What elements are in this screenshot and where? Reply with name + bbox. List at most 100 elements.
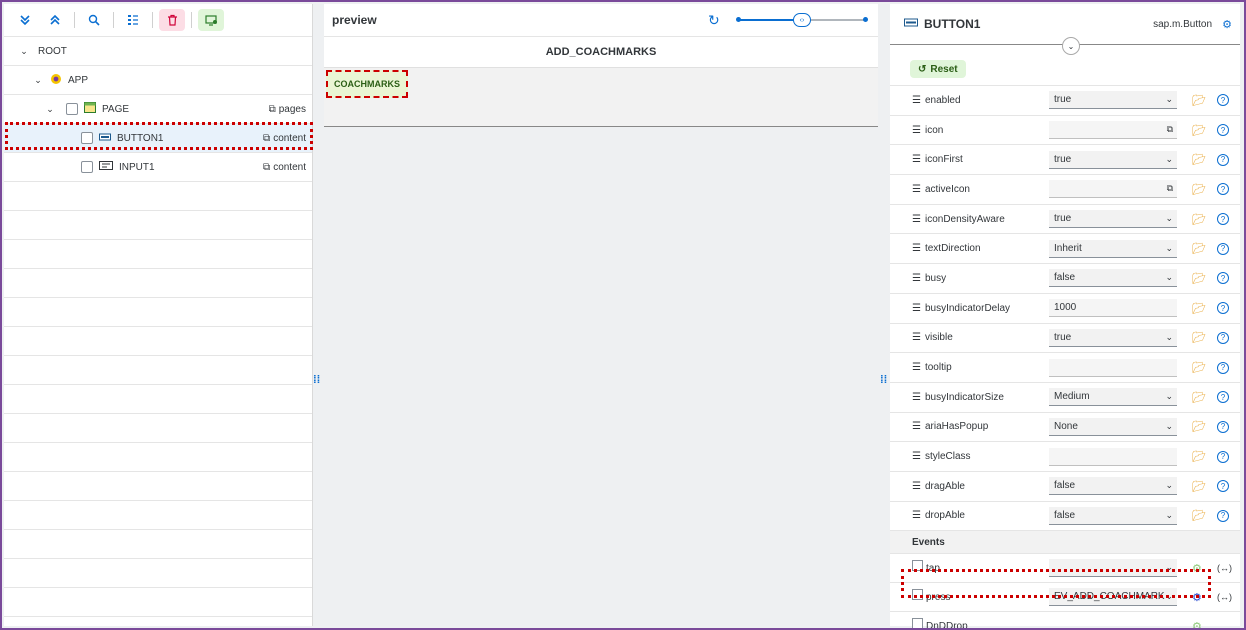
event-name: press [926,592,951,604]
property-select[interactable]: false ⌄ [1049,477,1177,496]
property-input[interactable] [1049,358,1177,377]
help-icon[interactable]: ? [1217,153,1229,166]
chevron-down-icon[interactable]: ⌄ [1165,562,1173,573]
folder-icon[interactable]: 📂︎ [1192,153,1206,166]
chevron-down-icon[interactable]: ⌄ [1165,480,1173,491]
property-input[interactable]: ⧉ [1049,121,1177,140]
help-icon[interactable]: ? [1217,480,1229,493]
collapse-all-icon[interactable] [42,9,68,31]
tree-row-input1[interactable]: INPUT1 ⧉ content [4,153,312,182]
preview-device-icon[interactable] [198,9,224,31]
help-icon[interactable]: ? [1217,213,1229,226]
value-help-icon[interactable]: ⧉ [1167,183,1173,194]
delete-icon[interactable] [159,9,185,31]
gear-icon[interactable]: ⚙ [1222,18,1232,31]
property-input[interactable]: ⧉ [1049,180,1177,199]
event-checkbox[interactable] [912,589,923,601]
list-icon[interactable] [120,9,146,31]
event-handler-select[interactable]: ⌄ [1049,559,1177,578]
tree-checkbox[interactable] [81,132,93,144]
gear-icon[interactable]: ⚙ [1192,620,1202,628]
chevron-down-icon[interactable]: ⌄ [1165,421,1173,432]
property-select[interactable]: true ⌄ [1049,91,1177,110]
chevron-down-icon[interactable]: ⌄ [1165,272,1173,283]
tree-empty-row [4,298,312,327]
folder-icon[interactable]: 📂︎ [1192,242,1206,255]
chevron-down-icon[interactable]: ⌄ [18,45,30,57]
tree-row-app[interactable]: ⌄ APP [4,66,312,95]
gear-icon[interactable]: ⚙ [1192,562,1202,575]
help-icon[interactable]: ? [1217,183,1229,196]
folder-icon[interactable]: 📂︎ [1192,361,1206,374]
folder-icon[interactable]: 📂︎ [1192,272,1206,285]
help-icon[interactable]: ? [1217,94,1229,107]
property-select[interactable]: true ⌄ [1049,210,1177,229]
refresh-icon[interactable]: ↻ [708,12,720,29]
tree-checkbox[interactable] [66,103,78,115]
property-select[interactable]: None ⌄ [1049,417,1177,436]
property-select[interactable]: Medium ⌄ [1049,388,1177,407]
chevron-down-icon[interactable]: ⌄ [1165,154,1173,165]
value-help-icon[interactable]: ⧉ [1167,124,1173,135]
help-icon[interactable]: ? [1217,361,1229,374]
chevron-down-icon[interactable]: ⌄ [1165,94,1173,105]
chevron-down-icon[interactable]: ⌄ [1165,332,1173,343]
property-select[interactable]: true ⌄ [1049,328,1177,347]
zoom-slider[interactable]: ‹› [736,13,868,27]
chevron-down-icon[interactable]: ⌄ [1165,391,1173,402]
folder-icon[interactable]: 📂︎ [1192,124,1206,137]
help-icon[interactable]: ? [1217,331,1229,344]
folder-icon[interactable]: 📂︎ [1192,213,1206,226]
folder-icon[interactable]: 📂︎ [1192,94,1206,107]
splitter-handle-icon[interactable]: ⁞⁞ [313,374,320,386]
help-icon[interactable]: ? [1217,420,1229,433]
tree-row-root[interactable]: ⌄ ROOT [4,37,312,66]
help-icon[interactable]: ? [1217,450,1229,463]
help-icon[interactable]: ? [1217,272,1229,285]
property-select[interactable]: false ⌄ [1049,506,1177,525]
help-icon[interactable]: ? [1217,391,1229,404]
property-select[interactable]: false ⌄ [1049,269,1177,288]
link-icon[interactable]: (↔) [1217,592,1232,602]
event-checkbox[interactable] [912,618,923,628]
tree-row-page[interactable]: ⌄ PAGE ⧉ pages [4,95,312,124]
search-icon[interactable] [81,9,107,31]
chevron-down-icon[interactable]: ⌄ [1165,243,1173,254]
help-icon[interactable]: ? [1217,124,1229,137]
folder-icon[interactable]: 📂︎ [1192,480,1206,493]
input-control-icon [99,161,113,173]
folder-icon[interactable]: 📂︎ [1192,331,1206,344]
splitter-handle-icon[interactable]: ⁞⁞ [880,374,887,386]
property-input[interactable]: 1000 [1049,299,1177,318]
folder-icon[interactable]: 📂︎ [1192,509,1206,522]
expand-all-icon[interactable] [12,9,38,31]
chevron-down-icon[interactable]: ⌄ [44,103,56,115]
reset-button[interactable]: ↺ Reset [910,60,966,78]
help-icon[interactable]: ? [1217,302,1229,315]
property-value: false [1054,272,1076,284]
chevron-down-icon[interactable]: ⌄ [1165,510,1173,521]
coachmarks-button[interactable]: COACHMARKS [326,70,408,98]
preview-page-title: ADD_COACHMARKS [324,37,878,68]
gear-icon[interactable]: ⚙ [1192,591,1202,604]
chevron-down-icon[interactable]: ⌄ [1165,591,1173,602]
folder-icon[interactable]: 📂︎ [1192,450,1206,463]
help-icon[interactable]: ? [1217,509,1229,522]
folder-icon[interactable]: 📂︎ [1192,183,1206,196]
property-input[interactable] [1049,447,1177,466]
folder-icon[interactable]: 📂︎ [1192,420,1206,433]
zoom-slider-handle[interactable]: ‹› [793,13,811,27]
folder-icon[interactable]: 📂︎ [1192,391,1206,404]
property-select[interactable]: true ⌄ [1049,150,1177,169]
chevron-down-icon[interactable]: ⌄ [32,74,44,86]
tree-row-button1[interactable]: BUTTON1 ⧉ content [4,124,312,153]
event-checkbox[interactable] [912,560,923,572]
event-handler-select[interactable]: EV_ADD_COACHMARK ⌄ [1049,588,1177,607]
tree-checkbox[interactable] [81,161,93,173]
folder-icon[interactable]: 📂︎ [1192,302,1206,315]
link-icon[interactable]: (↔) [1217,563,1232,573]
property-select[interactable]: Inherit ⌄ [1049,239,1177,258]
chevron-down-icon[interactable]: ⌄ [1062,37,1080,55]
help-icon[interactable]: ? [1217,242,1229,255]
chevron-down-icon[interactable]: ⌄ [1165,213,1173,224]
